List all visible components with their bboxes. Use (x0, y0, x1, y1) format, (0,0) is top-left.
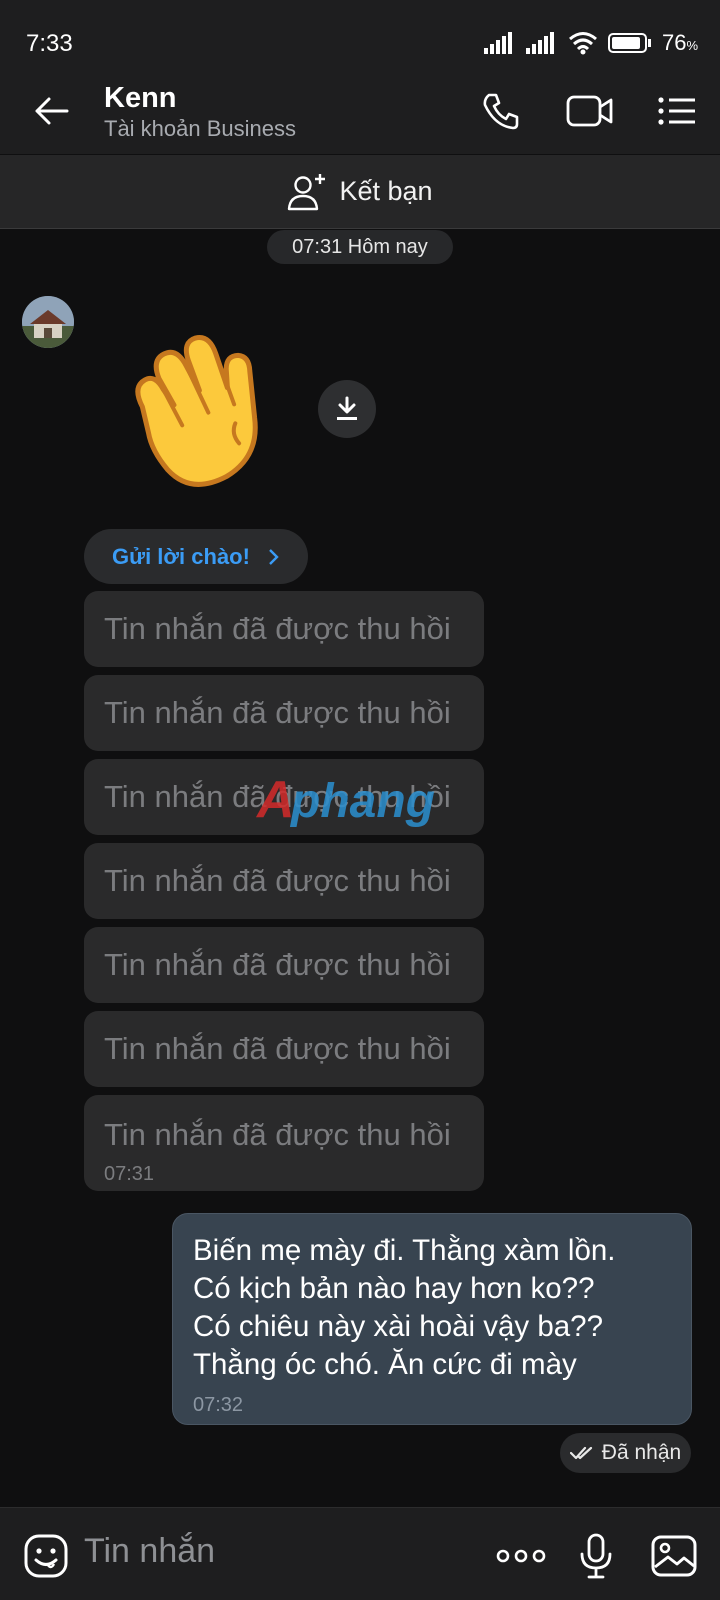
image-icon (651, 1535, 697, 1577)
message-line: Thằng óc chó. Ăn cức đi mày (193, 1348, 577, 1381)
microphone-icon (580, 1533, 612, 1579)
wifi-icon (568, 32, 597, 55)
sticker-button[interactable] (20, 1530, 72, 1582)
add-friend-label: Kết bạn (339, 176, 433, 206)
contact-name[interactable]: Kenn (104, 82, 177, 115)
recalled-message[interactable]: Tin nhắn đã được thu hồi (84, 675, 484, 751)
watermark-logo: A phang (255, 771, 470, 829)
message-line: Biến mẹ mày đi. Thằng xàm lồn. (193, 1234, 616, 1267)
download-icon (337, 396, 357, 420)
emoji-icon (24, 1534, 68, 1578)
signal-icon-2 (525, 32, 554, 54)
message-composer (0, 1507, 720, 1600)
add-friend-button[interactable]: Kết bạn (0, 155, 720, 229)
more-options-button[interactable] (492, 1530, 550, 1582)
voice-call-button[interactable] (476, 86, 526, 136)
status-time: 7:33 (26, 30, 73, 57)
battery-icon (607, 33, 651, 53)
message-line: Có kịch bản nào hay hơn ko?? (193, 1272, 595, 1305)
recalled-message[interactable]: Tin nhắn đã được thu hồi (84, 843, 484, 919)
delivery-status: Đã nhận (560, 1433, 691, 1473)
outgoing-message[interactable]: Biến mẹ mày đi. Thằng xàm lồn. Có kịch b… (172, 1213, 692, 1425)
delivery-status-label: Đã nhận (601, 1441, 682, 1464)
status-bar: 7:33 76% (0, 0, 720, 68)
svg-text:phang: phang (289, 775, 435, 828)
date-divider: 07:31 Hôm nay (267, 230, 453, 264)
chat-header: Kenn Tài khoản Business (0, 68, 720, 154)
svg-text:A: A (255, 773, 295, 829)
phone-icon (483, 93, 519, 130)
send-greeting-label: Gửi lời chào! (112, 543, 250, 569)
signal-icon (483, 32, 512, 54)
battery-percent: 76% (661, 30, 698, 55)
voice-record-button[interactable] (570, 1530, 622, 1582)
menu-button[interactable] (652, 86, 702, 136)
status-indicators: 76% (483, 28, 698, 58)
avatar[interactable] (22, 296, 74, 348)
photo-picker-button[interactable] (648, 1530, 700, 1582)
message-input[interactable] (84, 1532, 464, 1571)
recalled-message[interactable]: Tin nhắn đã được thu hồi (84, 1011, 484, 1087)
menu-list-icon (658, 97, 695, 125)
message-time: 07:31 (104, 1163, 155, 1185)
waving-hand-icon (135, 335, 258, 487)
video-call-button[interactable] (562, 86, 618, 136)
message-time: 07:32 (193, 1394, 244, 1416)
download-button[interactable] (318, 380, 376, 438)
back-button[interactable] (28, 88, 74, 134)
recalled-message[interactable]: Tin nhắn đã được thu hồi 07:31 (84, 1095, 484, 1191)
avatar-photo (22, 296, 74, 348)
waving-hand-sticker[interactable] (110, 326, 290, 496)
back-arrow-icon (35, 97, 69, 125)
more-dots-icon (496, 1549, 546, 1563)
recalled-message-text: Tin nhắn đã được thu hồi (104, 1117, 451, 1152)
send-greeting-button[interactable]: Gửi lời chào! (84, 529, 308, 584)
contact-subtitle: Tài khoản Business (104, 116, 296, 141)
chevron-right-icon (269, 548, 279, 565)
message-line: Có chiêu này xài hoài vậy ba?? (193, 1310, 603, 1343)
recalled-message[interactable]: Tin nhắn đã được thu hồi (84, 591, 484, 667)
recalled-message[interactable]: Tin nhắn đã được thu hồi (84, 927, 484, 1003)
video-call-icon (566, 95, 613, 127)
add-friend-icon (288, 173, 326, 210)
double-check-icon (569, 1446, 592, 1460)
